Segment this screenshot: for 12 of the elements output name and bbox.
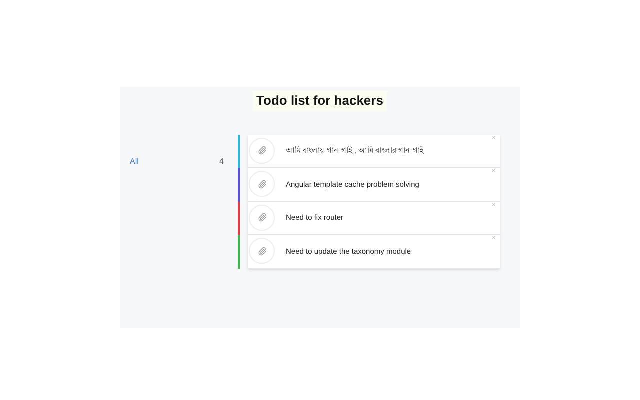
page-title: Todo list for hackers	[252, 91, 388, 110]
filter-count: 4	[220, 156, 224, 168]
attach-button[interactable]	[249, 204, 275, 231]
filter-item[interactable]: All 4	[130, 156, 238, 168]
paperclip-icon	[258, 246, 266, 256]
paperclip-icon	[258, 146, 266, 156]
paperclip-icon	[258, 180, 266, 189]
attach-button[interactable]	[249, 238, 275, 264]
paperclip-icon	[258, 213, 266, 222]
filter-label: All	[130, 156, 139, 168]
attach-button[interactable]	[249, 138, 275, 164]
attach-button[interactable]	[249, 171, 275, 198]
